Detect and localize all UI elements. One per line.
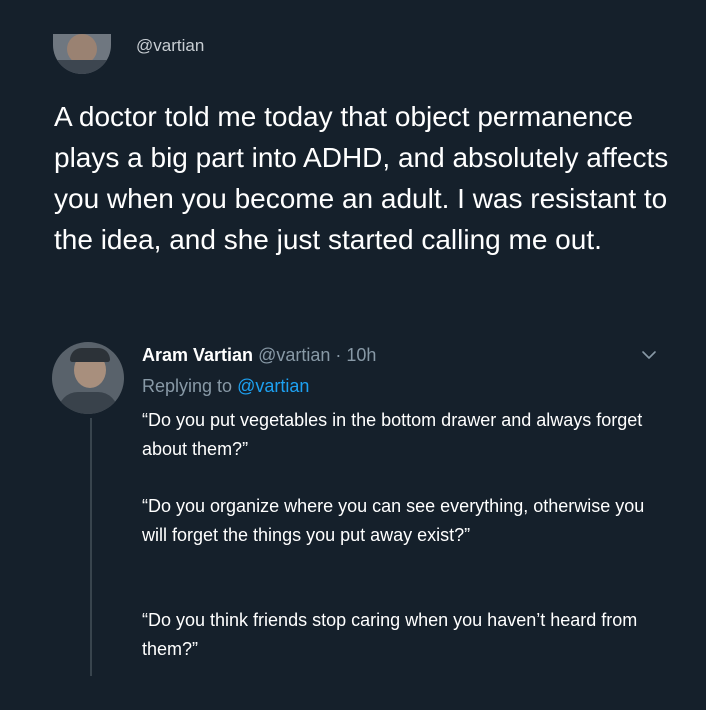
replying-to: Replying to @vartian (142, 376, 309, 397)
reply-author-name[interactable]: Aram Vartian (142, 345, 253, 365)
avatar-cap (70, 348, 110, 362)
reply-author-avatar[interactable] (52, 342, 124, 414)
reply-header: Aram Vartian @vartian · 10h (142, 345, 376, 366)
chevron-down-icon[interactable] (640, 349, 658, 361)
original-author-avatar[interactable] (53, 34, 111, 74)
reply-paragraph: “Do you organize where you can see every… (142, 496, 645, 545)
avatar-shirt (53, 60, 111, 74)
reply-paragraph: “Do you put vegetables in the bottom dra… (142, 410, 643, 459)
replying-to-mention[interactable]: @vartian (237, 376, 309, 396)
original-author-handle[interactable]: @vartian (136, 36, 204, 56)
avatar-shirt (58, 392, 118, 414)
reply-paragraph: “Do you think friends stop caring when y… (142, 610, 638, 659)
original-tweet-text: A doctor told me today that object perma… (54, 101, 669, 255)
thread-line (90, 418, 92, 676)
replying-to-label: Replying to (142, 376, 238, 396)
reply-author-meta[interactable]: @vartian · 10h (258, 345, 376, 365)
